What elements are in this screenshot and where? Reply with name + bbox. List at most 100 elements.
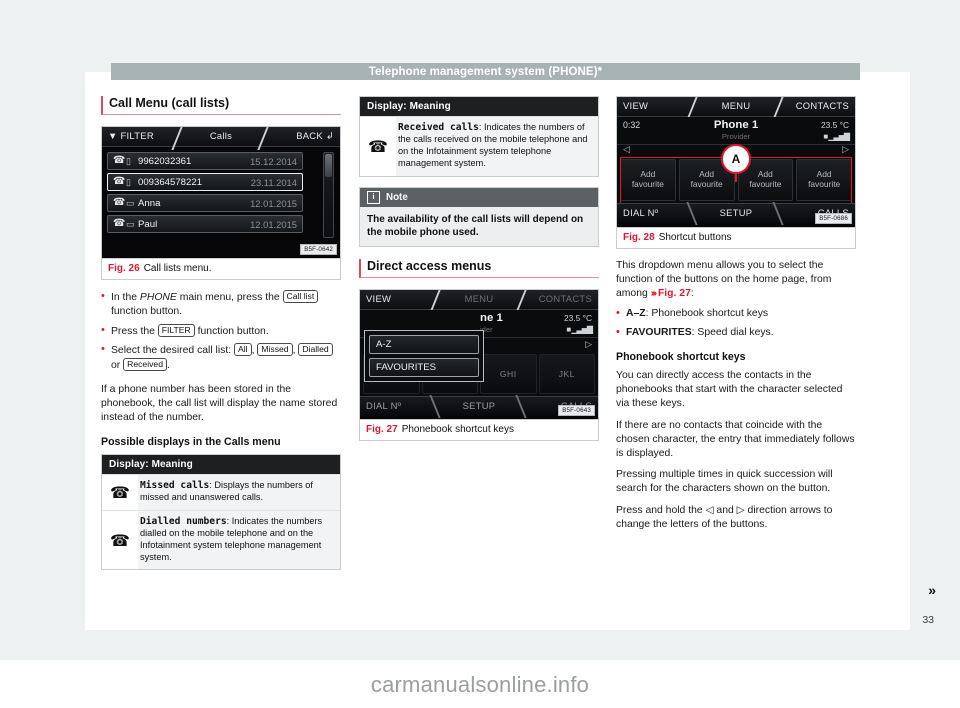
step-3: Select the desired call list: All, Misse…	[101, 342, 341, 373]
arrow-right-icon[interactable]: ▷	[585, 339, 592, 350]
step-1: In the PHONE main menu, press the Call l…	[101, 289, 341, 319]
step-2-pre: Press the	[111, 325, 158, 337]
dropdown-item-favourites-label: FAVOURITES	[376, 361, 437, 373]
call-list-key[interactable]: Call list	[282, 290, 319, 303]
missed-call-icon: ☎	[102, 474, 138, 510]
call-list-row-date: 15.12.2014	[250, 155, 297, 167]
reference-chevrons-icon: ›››	[650, 287, 658, 299]
back-button[interactable]: BACK ↲	[296, 130, 334, 142]
section-title-direct-access: Direct access menus	[359, 258, 599, 278]
shortcut-key-ghi-label: GHI	[499, 368, 517, 379]
paragraph-no-contacts: If there are no contacts that coincide w…	[616, 419, 855, 459]
dropdown-item-a-z-label: A-Z	[376, 338, 392, 350]
bullet-a-z: A–Z: Phonebook shortcut keys	[616, 306, 856, 321]
figure-26: ▼︎ FILTER Calls BACK ↲ ☎ ▯ 9962032361 15…	[101, 126, 341, 280]
shortcut-key-jkl[interactable]: JKL	[538, 353, 595, 394]
favourites-area: Add favourite Add favourite Add favourit…	[617, 144, 855, 209]
page-header-title: Telephone management system (PHONE)*	[368, 65, 603, 78]
arrow-right-icon[interactable]: ▷	[842, 144, 849, 155]
arrow-right-icon: ▷	[736, 505, 745, 516]
table-row-text: Dialled numbers: Indicates the numbers d…	[138, 511, 340, 570]
table-row: ☎ Dialled numbers: Indicates the numbers…	[102, 509, 340, 570]
figure-27-screenshot: VIEW MENU CONTACTS ne 1 ider 23.5 °C ■ ▁…	[360, 289, 598, 419]
infotainment-screen-home: VIEW MENU CONTACTS 0:32 Phone 1 Provider…	[617, 97, 855, 227]
call-list-name-paragraph: If a phone number has been stored in the…	[101, 384, 338, 423]
dialled-key[interactable]: Dialled	[298, 343, 333, 357]
infotainment-screen-call-list: ▼︎ FILTER Calls BACK ↲ ☎ ▯ 9962032361 15…	[102, 127, 340, 258]
figure-27-reference[interactable]: Fig. 27	[658, 288, 691, 299]
figure-27-number: Fig. 27	[366, 423, 398, 435]
shortcut-key-ghi[interactable]: GHI	[480, 353, 537, 394]
paragraph-direct-access: You can directly access the contacts in …	[616, 370, 843, 410]
figure-28: VIEW MENU CONTACTS 0:32 Phone 1 Provider…	[616, 96, 856, 249]
arrow-left-icon[interactable]: ◁	[623, 144, 630, 155]
dropdown-item-a-z[interactable]: A-Z	[369, 334, 479, 354]
step-1-menu-name: PHONE	[139, 292, 177, 303]
call-list-row[interactable]: ☎ ▭ Anna 12.01.2015	[107, 194, 303, 212]
infotainment-screen-phonebook: VIEW MENU CONTACTS ne 1 ider 23.5 °C ■ ▁…	[360, 289, 598, 419]
mobile-phone-icon: ▭	[126, 218, 135, 229]
back-arrow-icon: ↲	[325, 130, 334, 141]
table-row-term: Dialled numbers	[140, 515, 227, 527]
add-favourite-line2: favourite	[808, 179, 841, 189]
temperature-display: 23.5 °C	[820, 120, 849, 130]
column-left: Call Menu (call lists) ▼︎ FILTER Calls B…	[101, 96, 341, 580]
received-call-icon: ☎	[360, 117, 396, 176]
step-2: Press the FILTER function button.	[101, 323, 341, 339]
shortcut-key-jkl-label: JKL	[558, 368, 575, 379]
section-title-call-menu: Call Menu (call lists)	[101, 96, 341, 115]
phone-title: Phone 1	[713, 119, 759, 131]
phonebook-top-bar: VIEW MENU CONTACTS	[360, 289, 598, 313]
call-list-row[interactable]: ☎ ▯ 9962032361 15.12.2014	[107, 152, 303, 170]
call-list-row[interactable]: ☎ ▯ 009364578221 23.11.2014	[107, 173, 303, 191]
page-header-bar: Telephone management system (PHONE)*	[111, 63, 860, 80]
step-3-lead: Select the desired call list:	[111, 345, 235, 357]
table-row: ☎ Missed calls: Displays the numbers of …	[102, 473, 340, 510]
phonebook-middle: ne 1 ider 23.5 °C ■ ▁▃▅▇ ▷ A-Z FAVOURITE…	[360, 309, 598, 382]
arrow-left-icon: ◁	[705, 505, 714, 516]
call-list-row-name: 009364578221	[138, 176, 203, 188]
step-2-post: function button.	[194, 325, 269, 337]
view-dropdown-menu[interactable]: A-Z FAVOURITES	[364, 329, 484, 382]
dropdown-intro-paragraph: This dropdown menu allows you to select …	[616, 259, 856, 300]
dropdown-intro-post: :	[690, 287, 694, 299]
missed-key[interactable]: Missed	[257, 343, 293, 357]
table-row-text: Missed calls: Displays the numbers of mi…	[138, 475, 340, 510]
contacts-button[interactable]: CONTACTS	[796, 100, 849, 111]
scrollbar-thumb[interactable]	[325, 154, 332, 177]
press-hold-pre: Press and hold the	[616, 505, 706, 516]
call-list-row[interactable]: ☎ ▭ Paul 12.01.2015	[107, 215, 303, 233]
signal-strength-icon: ■ ▁▃▅▇	[823, 132, 850, 141]
scrollbar[interactable]	[323, 152, 334, 238]
figure-28-caption-text: Shortcut buttons	[658, 232, 732, 243]
note-header: i Note	[360, 187, 598, 207]
figure-26-number: Fig. 26	[108, 263, 140, 274]
column-right: VIEW MENU CONTACTS 0:32 Phone 1 Provider…	[616, 96, 856, 540]
add-favourite-button-4[interactable]: Add favourite	[796, 159, 852, 201]
received-key[interactable]: Received	[123, 358, 167, 372]
filter-key[interactable]: FILTER	[157, 323, 195, 337]
continuation-marker: »	[928, 582, 936, 598]
possible-displays-heading: Possible displays in the Calls menu	[101, 435, 281, 448]
call-list-row-date: 12.01.2015	[250, 197, 297, 209]
call-list-row-date: 23.11.2014	[250, 176, 297, 188]
figure-28-screenshot: VIEW MENU CONTACTS 0:32 Phone 1 Provider…	[617, 97, 855, 227]
provider-label: Provider	[721, 132, 751, 141]
figure-26-caption-text: Call lists menu.	[143, 263, 212, 274]
figure-27: VIEW MENU CONTACTS ne 1 ider 23.5 °C ■ ▁…	[359, 288, 599, 441]
note-box: i Note The availability of the call list…	[359, 186, 599, 247]
calls-display-table-2-header: Display: Meaning	[360, 97, 598, 116]
paragraph-press-and-hold: Press and hold the ◁ and ▷ direction arr…	[616, 504, 856, 532]
dropdown-item-favourites[interactable]: FAVOURITES	[369, 357, 479, 377]
all-key[interactable]: All	[234, 343, 252, 357]
figure-28-caption: Fig. 28 Shortcut buttons	[617, 227, 855, 248]
contacts-button[interactable]: CONTACTS	[539, 293, 592, 304]
call-list-row-date: 12.01.2015	[250, 218, 297, 230]
signal-strength-icon: ■ ▁▃▅▇	[566, 324, 593, 334]
dropdown-intro-pre: This dropdown menu allows you to select …	[616, 260, 832, 299]
add-favourite-button-1[interactable]: Add favourite	[620, 159, 676, 201]
step-1-pre: In the	[111, 292, 140, 303]
figure-code-label: B5F-0642	[300, 244, 337, 255]
figure-26-screenshot: ▼︎ FILTER Calls BACK ↲ ☎ ▯ 9962032361 15…	[102, 127, 340, 258]
callout-marker-a: A	[721, 144, 751, 174]
